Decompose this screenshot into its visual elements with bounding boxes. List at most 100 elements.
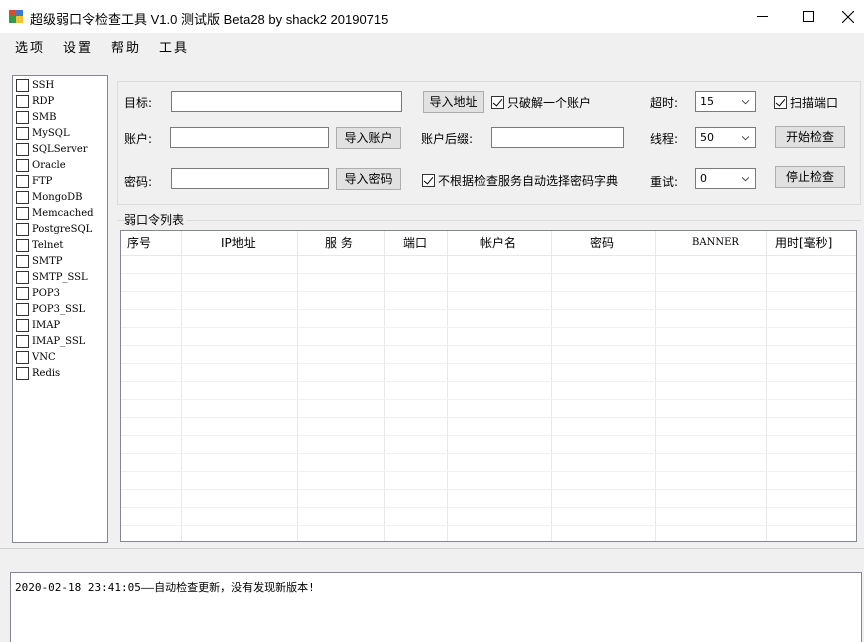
retry-label: 重试: (650, 175, 679, 189)
crack-one-label: 只破解一个账户 (507, 96, 592, 110)
service-item-telnet[interactable]: Telnet (16, 237, 63, 253)
service-label: FTP (32, 175, 53, 187)
service-item-ssh[interactable]: SSH (16, 77, 54, 93)
service-label: SMB (32, 111, 57, 123)
service-checkbox[interactable] (16, 286, 29, 300)
retry-value: 0 (700, 172, 707, 185)
service-checkbox[interactable] (16, 78, 29, 92)
auto-dict-label: 不根据检查服务自动选择密码字典 (438, 174, 619, 188)
service-checkbox[interactable] (16, 222, 29, 236)
service-item-smtp-ssl[interactable]: SMTP_SSL (16, 269, 88, 285)
service-label: SSH (32, 79, 55, 91)
service-item-mongodb[interactable]: MongoDB (16, 189, 83, 205)
service-checkbox[interactable] (16, 238, 29, 252)
password-input[interactable] (171, 168, 329, 189)
service-label: SMTP_SSL (32, 271, 88, 283)
chevron-down-icon (742, 177, 749, 182)
service-label: Memcached (32, 207, 94, 219)
column-header-username[interactable]: 帐户名 (480, 231, 516, 255)
column-header-service[interactable]: 服 务 (325, 231, 353, 255)
service-item-postgresql[interactable]: PostgreSQL (16, 221, 92, 237)
account-input[interactable] (170, 127, 329, 148)
service-checkbox[interactable] (16, 254, 29, 268)
service-checkbox[interactable] (16, 190, 29, 204)
column-header-ip[interactable]: IP地址 (221, 231, 256, 255)
minimize-button[interactable] (740, 0, 786, 33)
service-item-mysql[interactable]: MySQL (16, 125, 70, 141)
column-header-index[interactable]: 序号 (127, 231, 151, 255)
service-checkbox[interactable] (16, 366, 29, 380)
import-account-button[interactable]: 导入账户 (336, 127, 401, 149)
service-label: Oracle (32, 159, 66, 171)
menu-options[interactable]: 选项 (15, 37, 45, 56)
service-label: Redis (32, 367, 61, 379)
log-output[interactable]: 2020-02-18 23:41:05——自动检查更新，没有发现新版本! (10, 572, 862, 642)
service-label: MongoDB (32, 191, 83, 203)
import-password-button[interactable]: 导入密码 (336, 168, 401, 190)
suffix-input[interactable] (491, 127, 624, 148)
service-checkbox[interactable] (16, 302, 29, 316)
menu-tools[interactable]: 工具 (159, 37, 189, 56)
service-checkbox[interactable] (16, 110, 29, 124)
menu-help[interactable]: 帮助 (111, 37, 141, 56)
service-checkbox[interactable] (16, 270, 29, 284)
log-line: 2020-02-18 23:41:05——自动检查更新，没有发现新版本! (15, 581, 315, 594)
service-item-ftp[interactable]: FTP (16, 173, 52, 189)
threads-label: 线程: (650, 132, 679, 146)
service-label: MySQL (32, 127, 70, 139)
service-checkbox[interactable] (16, 142, 29, 156)
account-label: 账户: (124, 132, 153, 146)
threads-select[interactable]: 50 (695, 127, 756, 148)
service-checkbox[interactable] (16, 158, 29, 172)
maximize-icon (803, 11, 814, 22)
service-item-smtp[interactable]: SMTP (16, 253, 63, 269)
service-checkbox[interactable] (16, 174, 29, 188)
service-checklist[interactable]: SSH RDP SMB MySQL SQLServer Oracle FTP MongoDB M… (12, 75, 108, 543)
service-label: Telnet (32, 239, 64, 251)
stop-check-button[interactable]: 停止检查 (775, 166, 845, 188)
crack-one-check-icon (491, 96, 504, 109)
menu-bar: 选项 设置 帮助 工具 (0, 33, 864, 58)
service-item-redis[interactable]: Redis (16, 365, 60, 381)
service-checkbox[interactable] (16, 318, 29, 332)
service-item-pop3-ssl[interactable]: POP3_SSL (16, 301, 85, 317)
timeout-label: 超时: (650, 96, 679, 110)
service-label: IMAP (32, 319, 61, 331)
service-checkbox[interactable] (16, 126, 29, 140)
menu-settings[interactable]: 设置 (63, 37, 93, 56)
column-header-time[interactable]: 用时[毫秒] (775, 231, 832, 255)
service-label: VNC (32, 351, 56, 363)
minimize-icon (757, 16, 768, 17)
service-item-rdp[interactable]: RDP (16, 93, 54, 109)
service-item-pop3[interactable]: POP3 (16, 285, 60, 301)
service-checkbox[interactable] (16, 350, 29, 364)
import-target-button[interactable]: 导入地址 (423, 91, 484, 113)
crack-one-checkbox[interactable]: 只破解一个账户 (491, 94, 591, 111)
retry-select[interactable]: 0 (695, 168, 756, 189)
title-bar: 超级弱口令检查工具 V1.0 测试版 Beta28 by shack2 2019… (0, 0, 864, 33)
service-checkbox[interactable] (16, 94, 29, 108)
target-input[interactable] (171, 91, 402, 112)
service-checkbox[interactable] (16, 206, 29, 220)
service-item-sqlserver[interactable]: SQLServer (16, 141, 88, 157)
column-header-password[interactable]: 密码 (590, 231, 614, 255)
service-item-imap-ssl[interactable]: IMAP_SSL (16, 333, 85, 349)
results-table[interactable]: 序号 IP地址 服 务 端口 帐户名 密码 BANNER 用时[毫秒] (120, 230, 857, 542)
service-checkbox[interactable] (16, 334, 29, 348)
timeout-select[interactable]: 15 (695, 91, 756, 112)
auto-dict-checkbox[interactable]: 不根据检查服务自动选择密码字典 (422, 172, 618, 189)
scan-port-checkbox[interactable]: 扫描端口 (774, 94, 838, 111)
column-header-port[interactable]: 端口 (403, 231, 427, 255)
column-header-banner[interactable]: BANNER (692, 231, 739, 255)
maximize-button[interactable] (786, 0, 832, 33)
service-label: IMAP_SSL (32, 335, 86, 347)
close-button[interactable] (832, 0, 864, 33)
service-item-smb[interactable]: SMB (16, 109, 56, 125)
threads-value: 50 (700, 131, 714, 144)
service-item-oracle[interactable]: Oracle (16, 157, 66, 173)
service-item-imap[interactable]: IMAP (16, 317, 60, 333)
service-item-vnc[interactable]: VNC (16, 349, 56, 365)
start-check-button[interactable]: 开始检查 (775, 126, 845, 148)
service-item-memcached[interactable]: Memcached (16, 205, 94, 221)
scan-port-label: 扫描端口 (790, 96, 839, 110)
